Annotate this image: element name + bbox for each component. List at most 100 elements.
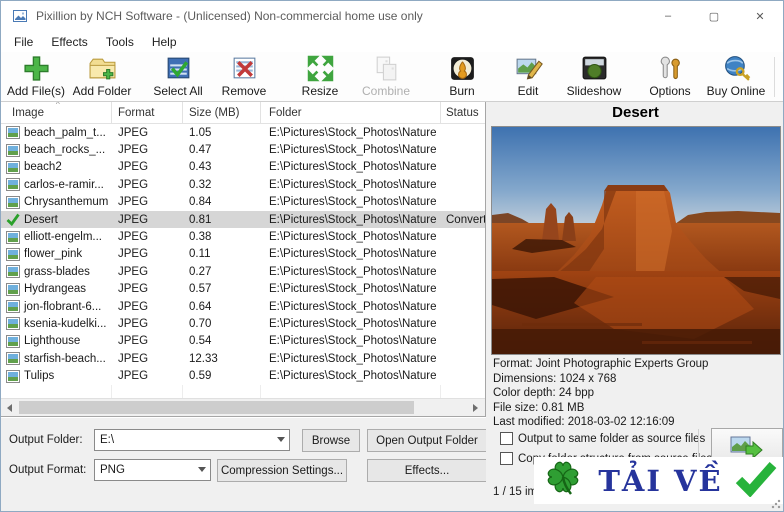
- table-row-carlos-e-ramir[interactable]: carlos-e-ramir... JPEG 0.32 E:\Pictures\Sto…: [1, 176, 485, 193]
- scroll-left-arrow-icon[interactable]: [1, 399, 18, 416]
- cell-size: 0.27: [189, 265, 212, 278]
- scrollbar-thumb[interactable]: [19, 401, 414, 414]
- table-row-jon-flobrant-6[interactable]: jon-flobrant-6... JPEG 0.64 E:\Pictures\Sto…: [1, 298, 485, 315]
- table-row-lighthouse[interactable]: Lighthouse JPEG 0.54 E:\Pictures\Stock_Phot…: [1, 333, 485, 350]
- toolbar-combine-button[interactable]: Combine: [353, 53, 419, 101]
- cell-folder: E:\Pictures\Stock_Photos\Nature: [269, 283, 437, 296]
- column-header-folder[interactable]: Folder: [261, 102, 441, 123]
- same-folder-checkbox[interactable]: Output to same folder as source files: [500, 432, 705, 445]
- toolbar-add-folder-button[interactable]: Add Folder: [69, 53, 135, 101]
- toolbar-edit-button[interactable]: Edit: [495, 53, 561, 101]
- menu-file[interactable]: File: [5, 33, 42, 51]
- cell-folder: E:\Pictures\Stock_Photos\Nature: [269, 352, 437, 365]
- cell-image-name: beach_palm_t...: [1, 126, 112, 140]
- horizontal-scrollbar[interactable]: [1, 398, 485, 416]
- toolbar-overflow-chevron[interactable]: »: [780, 69, 783, 86]
- minimize-button[interactable]: –: [645, 1, 691, 31]
- cell-format: JPEG: [118, 213, 149, 226]
- cell-size: 0.59: [189, 370, 212, 383]
- cell-size: 0.54: [189, 335, 212, 348]
- toolbar-resize-button[interactable]: Resize: [287, 53, 353, 101]
- app-window: Pixillion by NCH Software - (Unlicensed)…: [0, 0, 784, 512]
- scroll-right-arrow-icon[interactable]: [467, 399, 484, 416]
- table-row-beach-rocks[interactable]: beach_rocks_... JPEG 0.47 E:\Pictures\Stock…: [1, 141, 485, 158]
- column-header-status[interactable]: Status: [441, 102, 485, 123]
- browse-button[interactable]: Browse: [302, 429, 360, 452]
- open-output-folder-button[interactable]: Open Output Folder: [367, 429, 487, 452]
- toolbar-select-all-button[interactable]: Select All: [145, 53, 211, 101]
- toolbar-buy-online-button[interactable]: Buy Online: [703, 53, 769, 101]
- column-header-format[interactable]: Format: [112, 102, 183, 123]
- cell-size: 0.38: [189, 231, 212, 244]
- metadata-line: Color depth: 24 bpp: [493, 387, 595, 400]
- table-row-beach2[interactable]: beach2 JPEG 0.43 E:\Pictures\Stock_Photos\N…: [1, 159, 485, 176]
- toolbar-remove-button[interactable]: Remove: [211, 53, 277, 101]
- slideshow-icon: [580, 54, 609, 83]
- column-header-size-mb[interactable]: Size (MB): [183, 102, 261, 123]
- compression-settings-button[interactable]: Compression Settings...: [217, 459, 347, 482]
- cell-format: JPEG: [118, 283, 149, 296]
- table-row-flower-pink[interactable]: flower_pink JPEG 0.11 E:\Pictures\Stock_Pho…: [1, 246, 485, 263]
- toolbar-add-file-s-button[interactable]: Add File(s): [3, 53, 69, 101]
- table-row-tulips[interactable]: Tulips JPEG 0.59 E:\Pictures\Stock_Photos\N…: [1, 367, 485, 384]
- image-thumb-icon: [6, 334, 20, 348]
- metadata-line: Format: Joint Photographic Experts Group: [493, 358, 709, 370]
- toolbar-label: Slideshow: [566, 84, 622, 98]
- cell-format: JPEG: [118, 144, 149, 157]
- close-icon: ✕: [755, 10, 765, 23]
- table-row-hydrangeas[interactable]: Hydrangeas JPEG 0.57 E:\Pictures\Stock_Phot…: [1, 281, 485, 298]
- toolbar-label: Select All: [153, 84, 203, 98]
- resize-grip[interactable]: [771, 499, 781, 509]
- effects-button[interactable]: Effects...: [367, 459, 487, 482]
- toolbar-burn-button[interactable]: Burn: [429, 53, 495, 101]
- cell-image-name: carlos-e-ramir...: [1, 178, 112, 192]
- output-folder-value: E:\: [100, 434, 115, 446]
- cell-image-name: Hydrangeas: [1, 282, 112, 296]
- table-row-ksenia-kudelki[interactable]: ksenia-kudelki... JPEG 0.70 E:\Pictures\Sto…: [1, 315, 485, 332]
- cell-folder: E:\Pictures\Stock_Photos\Nature: [269, 196, 437, 209]
- table-row-chrysanthemum[interactable]: Chrysanthemum JPEG 0.84 E:\Pictures\Stock_P…: [1, 194, 485, 211]
- cell-format: JPEG: [118, 178, 149, 191]
- file-name: Tulips: [24, 370, 55, 383]
- table-row-starfish-beach[interactable]: starfish-beach... JPEG 12.33 E:\Pictures\St…: [1, 350, 485, 367]
- menu-help[interactable]: Help: [143, 33, 186, 51]
- cell-folder: E:\Pictures\Stock_Photos\Nature: [269, 126, 437, 139]
- file-name: Hydrangeas: [24, 283, 87, 296]
- toolbar-label: Add File(s): [7, 84, 66, 98]
- table-row-grass-blades[interactable]: grass-blades JPEG 0.27 E:\Pictures\Stock_Ph…: [1, 263, 485, 280]
- title-bar: Pixillion by NCH Software - (Unlicensed)…: [1, 1, 783, 31]
- cell-size: 0.47: [189, 144, 212, 157]
- menu-effects[interactable]: Effects: [42, 33, 96, 51]
- table-row-elliott-engelm[interactable]: elliott-engelm... JPEG 0.38 E:\Pictures\Sto…: [1, 228, 485, 245]
- checkbox-icon[interactable]: [500, 432, 513, 445]
- preview-image: [491, 126, 781, 355]
- column-header-image[interactable]: Image ^: [1, 102, 112, 123]
- file-name: flower_pink: [24, 248, 83, 261]
- cell-folder: E:\Pictures\Stock_Photos\Nature: [269, 317, 437, 330]
- close-button[interactable]: ✕: [737, 1, 783, 31]
- cell-image-name: jon-flobrant-6...: [1, 300, 112, 314]
- list-rows: beach_palm_t... JPEG 1.05 E:\Pictures\Stock…: [1, 124, 485, 385]
- output-format-label: Output Format:: [9, 464, 87, 476]
- watermark-text: TẢI VỀ: [598, 463, 723, 498]
- toolbar-label: Burn: [449, 84, 475, 98]
- file-list: Image ^ Format Size (MB) Folder Status beach_…: [1, 102, 486, 417]
- table-row-beach-palm-t[interactable]: beach_palm_t... JPEG 1.05 E:\Pictures\Stock…: [1, 124, 485, 141]
- output-folder-combobox[interactable]: E:\: [94, 429, 290, 451]
- output-format-combobox[interactable]: PNG: [94, 459, 211, 481]
- file-name: Desert: [24, 213, 58, 226]
- toolbar-slideshow-button[interactable]: Slideshow: [561, 53, 627, 101]
- window-title: Pixillion by NCH Software - (Unlicensed)…: [36, 9, 423, 23]
- table-row-desert[interactable]: Desert JPEG 0.81 E:\Pictures\Stock_Photos\N…: [1, 210, 485, 229]
- file-name: grass-blades: [24, 265, 90, 278]
- menu-tools[interactable]: Tools: [97, 33, 143, 51]
- metadata-line: File size: 0.81 MB: [493, 401, 585, 414]
- maximize-button[interactable]: ▢: [691, 1, 737, 31]
- toolbar-options-button[interactable]: Options: [637, 53, 703, 101]
- cell-image-name: Desert: [1, 213, 112, 227]
- cell-format: JPEG: [118, 196, 149, 209]
- file-name: beach_rocks_...: [24, 144, 106, 157]
- options-icon: [656, 54, 685, 83]
- checkbox-icon[interactable]: [500, 452, 513, 465]
- cell-image-name: Lighthouse: [1, 334, 112, 348]
